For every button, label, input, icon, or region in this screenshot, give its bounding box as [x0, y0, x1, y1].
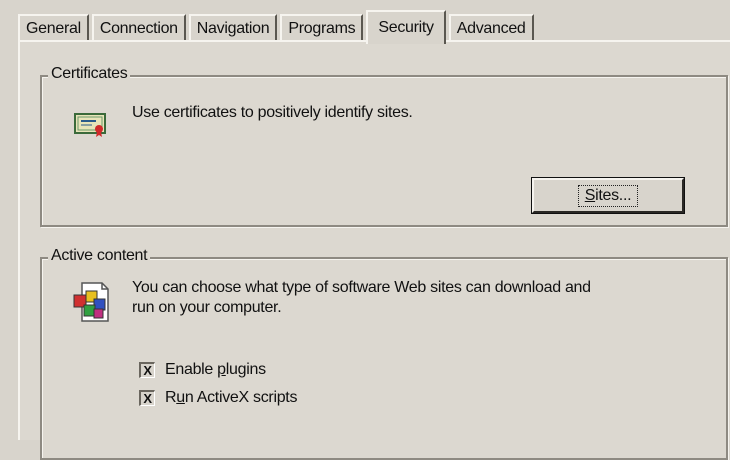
certificates-description: Use certificates to positively identify … — [132, 104, 413, 121]
enable-plugins-option[interactable]: X Enable plugins — [139, 361, 266, 379]
certificates-group: Certificates Use certificates to positiv… — [40, 65, 728, 227]
tab-strip: General Connection Navigation Programs S… — [18, 10, 537, 44]
active-content-group: Active content You can choose what type … — [40, 247, 728, 460]
tab-advanced[interactable]: Advanced — [448, 14, 534, 42]
run-activex-scripts-label: Run ActiveX scripts — [165, 389, 298, 406]
tab-programs[interactable]: Programs — [280, 14, 364, 42]
enable-plugins-checkbox[interactable]: X — [139, 362, 155, 378]
certificate-icon — [74, 113, 106, 137]
software-components-icon — [73, 282, 109, 322]
tab-navigation[interactable]: Navigation — [188, 14, 278, 42]
tab-security[interactable]: Security — [366, 10, 446, 44]
active-content-description-line1: You can choose what type of software Web… — [132, 279, 591, 296]
tab-general[interactable]: General — [18, 14, 89, 42]
active-content-description-line2: run on your computer. — [132, 299, 282, 316]
active-content-legend: Active content — [48, 247, 151, 265]
run-activex-scripts-checkbox[interactable]: X — [139, 390, 155, 406]
certificates-legend: Certificates — [48, 65, 131, 83]
sites-button[interactable]: Sites... — [532, 178, 684, 213]
run-activex-scripts-option[interactable]: X Run ActiveX scripts — [139, 389, 297, 407]
sites-button-label: Sites... — [577, 184, 639, 207]
tab-connection[interactable]: Connection — [91, 14, 186, 42]
security-tab-panel: Certificates Use certificates to positiv… — [18, 40, 730, 460]
enable-plugins-label: Enable plugins — [165, 361, 266, 378]
